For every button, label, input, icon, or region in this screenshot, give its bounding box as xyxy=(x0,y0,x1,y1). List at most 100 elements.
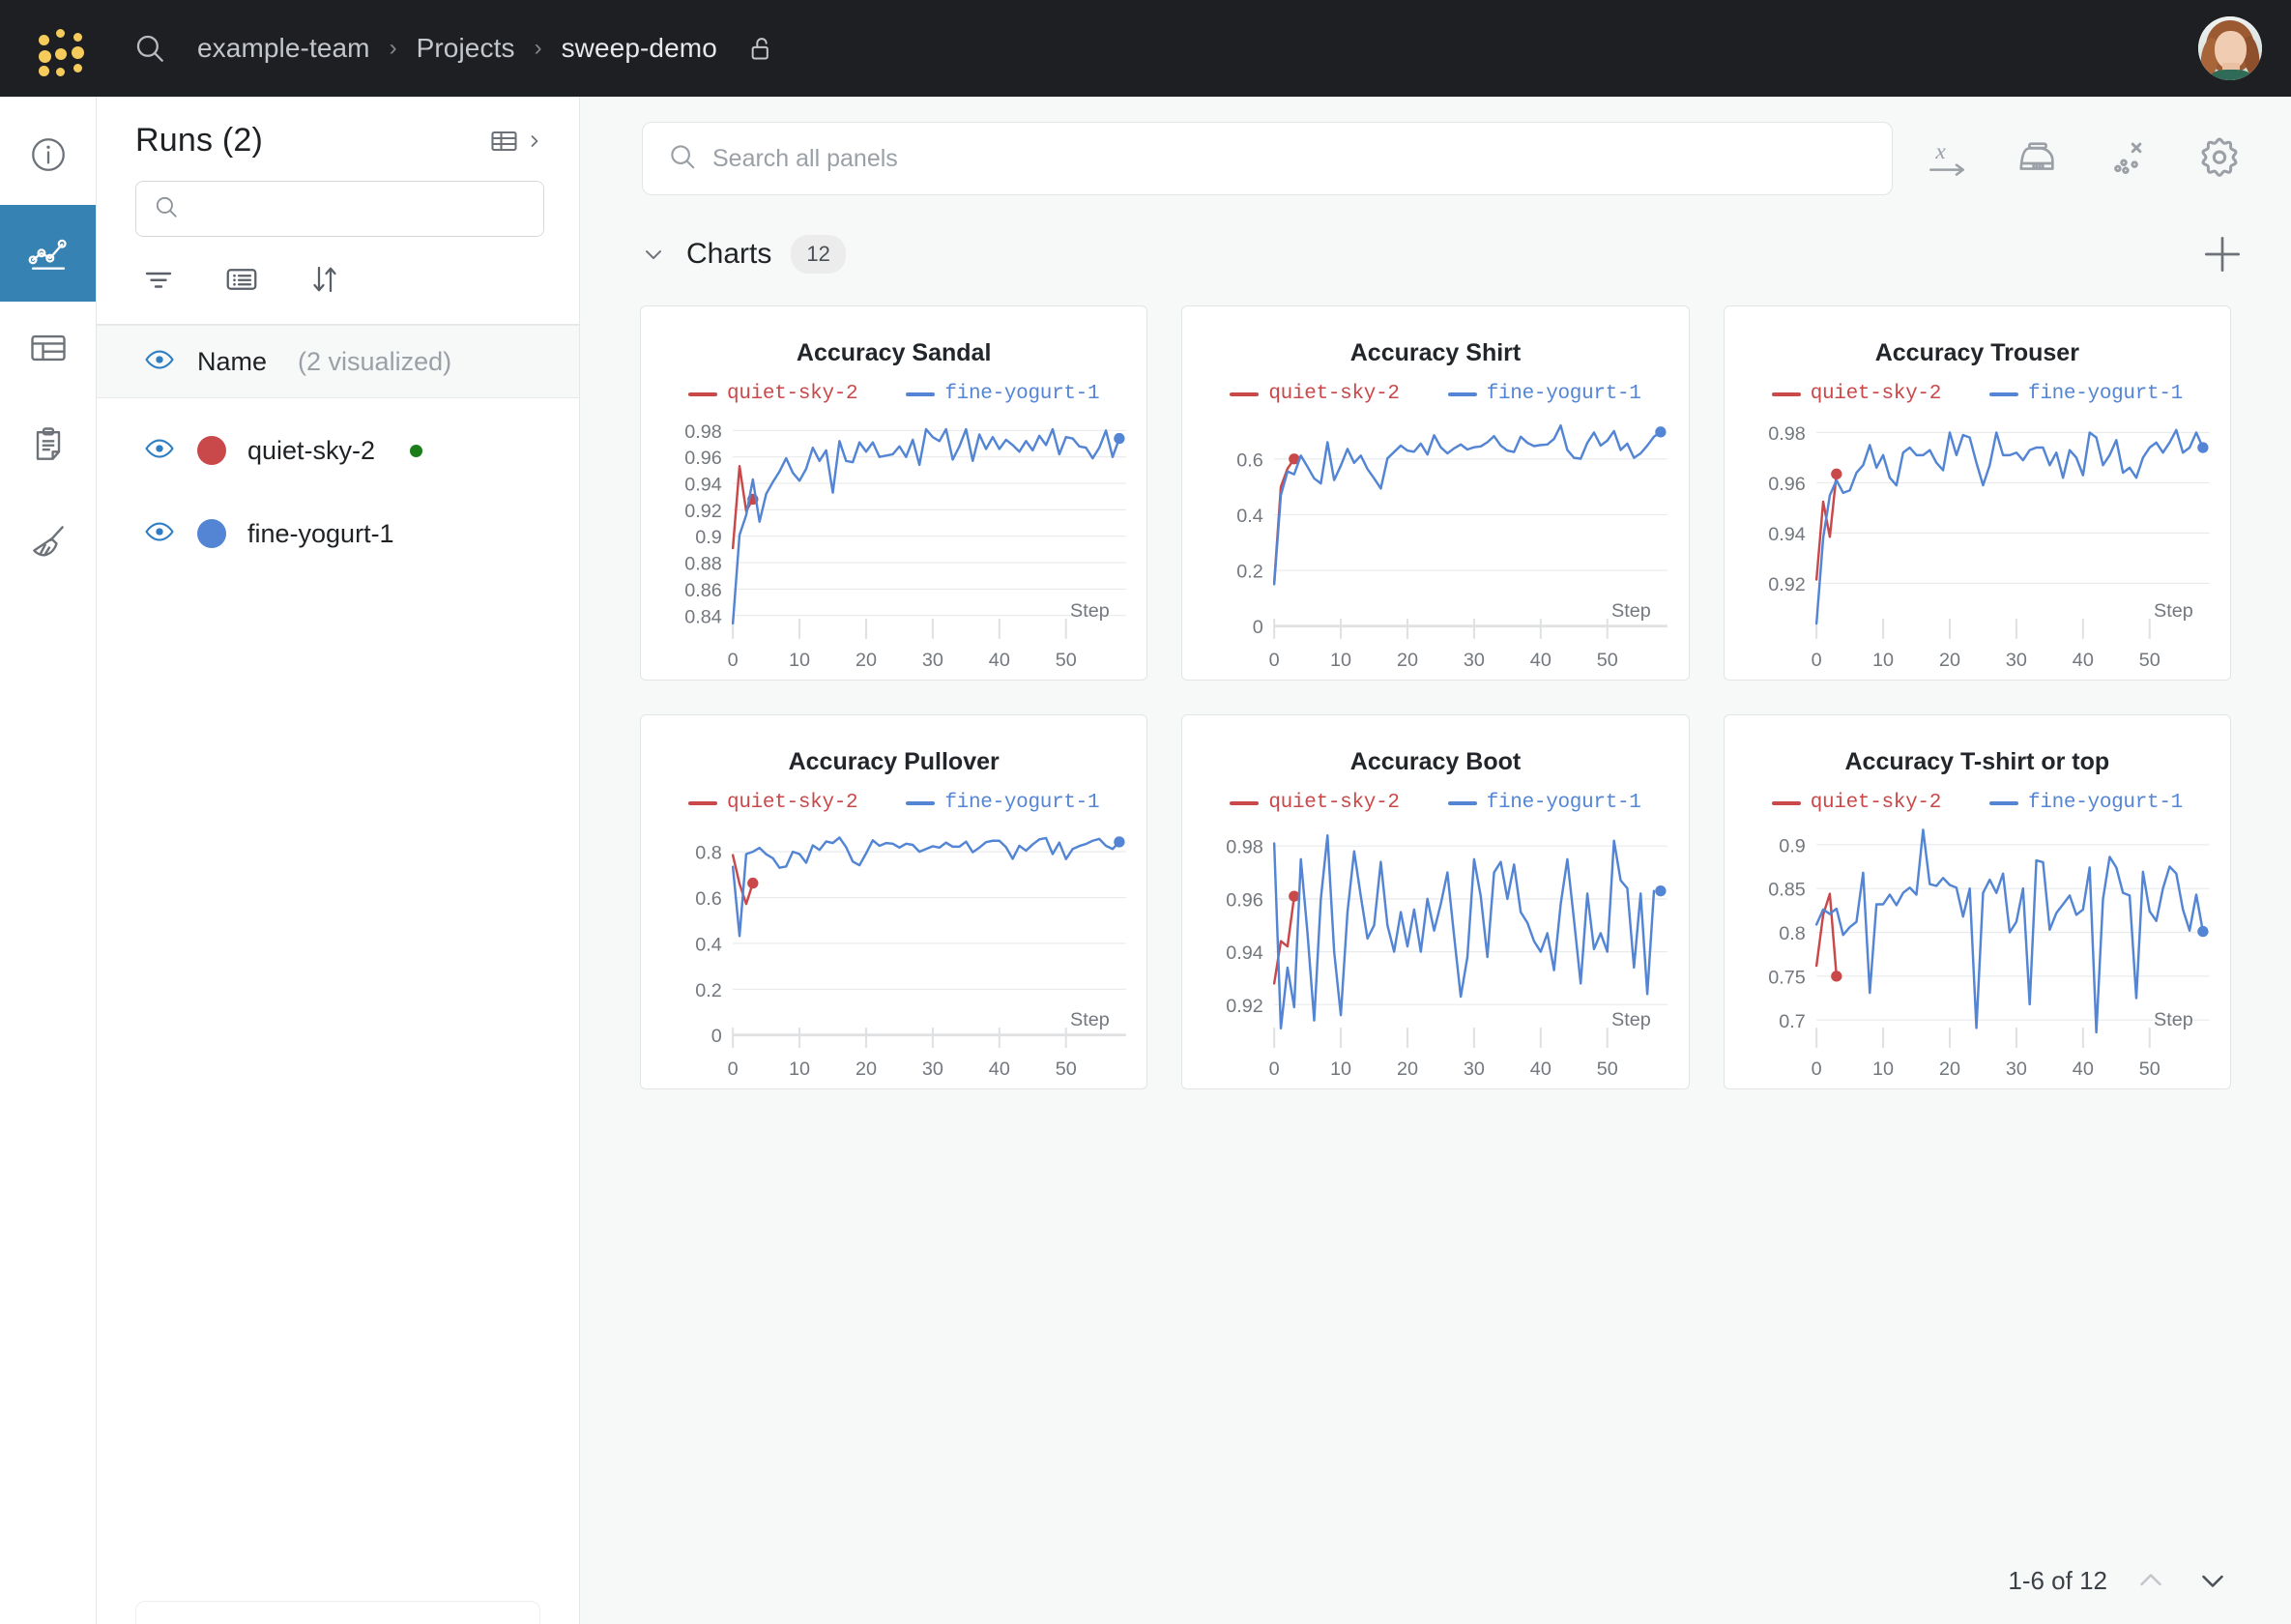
svg-text:0.92: 0.92 xyxy=(1227,996,1264,1017)
svg-text:0.6: 0.6 xyxy=(695,888,722,910)
svg-text:10: 10 xyxy=(789,1058,810,1080)
search-all-panels-box[interactable] xyxy=(642,122,1893,195)
search-input[interactable] xyxy=(712,145,1867,173)
iron-icon[interactable] xyxy=(2011,131,2065,186)
chart-plot-area[interactable]: 0.840.860.880.90.920.940.960.98010203040… xyxy=(654,411,1133,684)
svg-text:0.92: 0.92 xyxy=(1768,574,1806,595)
legend-label[interactable]: fine-yogurt-1 xyxy=(944,383,1099,405)
run-color-swatch[interactable] xyxy=(197,436,226,465)
legend-label[interactable]: quiet-sky-2 xyxy=(727,383,857,405)
legend-line-swatch xyxy=(1448,801,1477,805)
legend-label[interactable]: fine-yogurt-1 xyxy=(1487,792,1641,814)
legend-label[interactable]: fine-yogurt-1 xyxy=(944,792,1099,814)
svg-text:30: 30 xyxy=(922,650,943,671)
svg-text:0: 0 xyxy=(711,1026,722,1047)
legend-label[interactable]: quiet-sky-2 xyxy=(1268,383,1399,405)
breadcrumb-item-projects[interactable]: Projects xyxy=(417,33,515,64)
svg-text:20: 20 xyxy=(856,1058,877,1080)
chart-plot-area[interactable]: 00.20.40.601020304050Step xyxy=(1196,411,1674,684)
sidebar-item-reports[interactable] xyxy=(0,398,96,495)
legend-label[interactable]: quiet-sky-2 xyxy=(727,792,857,814)
breadcrumb: example-team › Projects › sweep-demo xyxy=(197,33,775,64)
chevron-up-icon[interactable] xyxy=(2132,1562,2169,1599)
chart-legend: quiet-sky-2 fine-yogurt-1 xyxy=(1738,792,2217,814)
eye-icon[interactable] xyxy=(143,432,176,470)
chart-panel[interactable]: Accuracy Boot quiet-sky-2 fine-yogurt-1 0.9… xyxy=(1181,714,1689,1089)
legend-label[interactable]: quiet-sky-2 xyxy=(1268,792,1399,814)
legend-label[interactable]: fine-yogurt-1 xyxy=(2028,792,2183,814)
eye-icon[interactable] xyxy=(143,343,176,381)
chart-plot-area[interactable]: 00.20.40.60.801020304050Step xyxy=(654,820,1133,1093)
svg-text:20: 20 xyxy=(856,650,877,671)
svg-text:Step: Step xyxy=(2154,1009,2193,1030)
chart-plot-area[interactable]: 0.70.750.80.850.901020304050Step xyxy=(1738,820,2217,1093)
svg-text:0: 0 xyxy=(1811,650,1821,671)
chart-legend: quiet-sky-2 fine-yogurt-1 xyxy=(1738,383,2217,405)
legend-label[interactable]: quiet-sky-2 xyxy=(1811,792,1941,814)
svg-text:0: 0 xyxy=(1811,1058,1821,1080)
runs-header-row[interactable]: Name (2 visualized) xyxy=(97,325,579,398)
svg-text:0.98: 0.98 xyxy=(1768,423,1806,445)
run-color-swatch[interactable] xyxy=(197,519,226,548)
legend-label[interactable]: quiet-sky-2 xyxy=(1811,383,1941,405)
svg-text:0.84: 0.84 xyxy=(684,606,722,627)
breadcrumb-item-team[interactable]: example-team xyxy=(197,33,370,64)
sidebar-item-table[interactable] xyxy=(0,302,96,398)
chart-panel[interactable]: Accuracy Pulloverquiet-sky-2fine-yogurt-… xyxy=(640,714,1147,1089)
chevron-down-icon[interactable] xyxy=(2194,1562,2231,1599)
chevron-down-icon[interactable] xyxy=(640,241,667,268)
chart-panel[interactable]: Accuracy Shirtquiet-sky-2fine-yogurt-100… xyxy=(1181,305,1689,681)
runs-header-label: Name xyxy=(197,347,267,377)
info-icon xyxy=(28,134,69,180)
legend-line-swatch xyxy=(1772,801,1801,805)
svg-text:30: 30 xyxy=(1464,650,1485,671)
chart-plot-area[interactable]: 0.920.940.960.9801020304050Step xyxy=(1738,411,2217,684)
list-item[interactable]: quiet-sky-2 xyxy=(97,416,579,485)
breadcrumb-item-project[interactable]: sweep-demo xyxy=(562,33,717,64)
svg-text:10: 10 xyxy=(1330,650,1351,671)
plus-icon[interactable] xyxy=(2198,230,2247,278)
svg-text:0: 0 xyxy=(728,1058,739,1080)
svg-text:0.96: 0.96 xyxy=(1227,889,1264,911)
x-axis-icon[interactable]: x xyxy=(1920,131,1974,186)
panel-toolbar: x xyxy=(1920,122,2252,186)
table-expand-icon[interactable] xyxy=(488,124,544,159)
eye-icon[interactable] xyxy=(143,515,176,553)
app-body: Runs (2) xyxy=(0,97,2291,1624)
search-icon xyxy=(668,142,697,176)
run-name-label: quiet-sky-2 xyxy=(247,436,375,466)
search-icon[interactable] xyxy=(128,26,172,71)
wandb-logo[interactable] xyxy=(37,21,91,75)
runs-search-input[interactable] xyxy=(190,196,526,221)
legend-label[interactable]: fine-yogurt-1 xyxy=(1487,383,1641,405)
legend-line-swatch xyxy=(688,392,717,396)
svg-text:0: 0 xyxy=(1269,650,1280,671)
outliers-icon[interactable] xyxy=(2102,131,2156,186)
broom-icon xyxy=(27,520,70,567)
sort-icon[interactable] xyxy=(307,262,342,297)
run-state-dot xyxy=(410,445,422,457)
gear-icon[interactable] xyxy=(2192,131,2247,186)
svg-text:0.94: 0.94 xyxy=(1227,942,1264,964)
search-icon xyxy=(154,194,179,224)
svg-text:0.88: 0.88 xyxy=(684,554,722,575)
filter-icon[interactable] xyxy=(141,262,176,297)
group-icon[interactable] xyxy=(224,262,259,297)
table-icon xyxy=(27,327,70,374)
svg-text:10: 10 xyxy=(1330,1058,1351,1080)
chart-title: Accuracy Boot xyxy=(1196,748,1674,776)
legend-label[interactable]: fine-yogurt-1 xyxy=(2028,383,2183,405)
sidebar-item-sweeps[interactable] xyxy=(0,495,96,592)
svg-text:20: 20 xyxy=(1939,1058,1960,1080)
chart-panel[interactable]: Accuracy T-shirt or topquiet-sky-2fine-y… xyxy=(1724,714,2231,1089)
sidebar-item-overview[interactable] xyxy=(0,108,96,205)
chart-plot-area[interactable]: 0.920.940.960.9801020304050Step xyxy=(1196,820,1674,1093)
chart-panel[interactable]: Accuracy Sandalquiet-sky-2fine-yogurt-10… xyxy=(640,305,1147,681)
sidebar-item-workspace[interactable] xyxy=(0,205,96,302)
line-chart-icon xyxy=(26,229,71,278)
unlock-icon[interactable] xyxy=(748,35,775,62)
runs-search-box[interactable] xyxy=(135,181,544,237)
avatar[interactable] xyxy=(2198,16,2262,80)
chart-panel[interactable]: Accuracy Trouserquiet-sky-2fine-yogurt-1… xyxy=(1724,305,2231,681)
list-item[interactable]: fine-yogurt-1 xyxy=(97,499,579,568)
